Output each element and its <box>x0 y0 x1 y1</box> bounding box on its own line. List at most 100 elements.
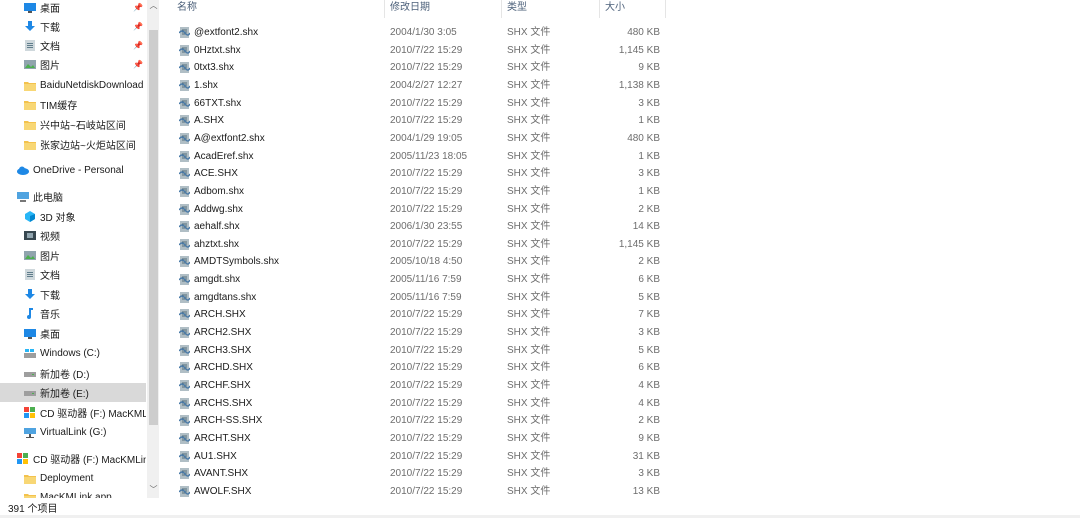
shx-file-icon <box>178 221 191 233</box>
column-header-name[interactable]: 名称 <box>177 0 197 18</box>
file-date: 2005/11/23 18:05 <box>390 150 468 162</box>
download-icon <box>24 289 36 300</box>
file-row[interactable]: A.SHX 2010/7/22 15:29 SHX 文件 1 KB <box>160 112 680 130</box>
column-divider[interactable] <box>384 0 385 18</box>
file-name: ARCHS.SHX <box>194 397 253 409</box>
file-row[interactable]: Adbom.shx 2010/7/22 15:29 SHX 文件 1 KB <box>160 183 680 201</box>
file-size: 4 KB <box>638 397 660 409</box>
sidebar-item[interactable]: TIM缓存 <box>0 95 146 114</box>
scrollbar-thumb[interactable] <box>149 30 158 425</box>
sidebar-item[interactable]: 图片 <box>0 246 146 265</box>
file-row[interactable]: ARCHS.SHX 2010/7/22 15:29 SHX 文件 4 KB <box>160 395 680 413</box>
file-row[interactable]: ARCH.SHX 2010/7/22 15:29 SHX 文件 7 KB <box>160 306 680 324</box>
file-size: 4 KB <box>638 380 660 391</box>
file-row[interactable]: ARCH-SS.SHX 2010/7/22 15:29 SHX 文件 2 KB <box>160 412 680 430</box>
file-name: ARCH-SS.SHX <box>194 415 263 427</box>
file-row[interactable]: aehalf.shx 2006/1/30 23:55 SHX 文件 14 KB <box>160 218 680 236</box>
sidebar-item[interactable]: 新加卷 (D:) <box>0 364 146 383</box>
shx-file-icon <box>178 203 191 215</box>
this-pc-icon <box>17 191 29 202</box>
column-divider[interactable] <box>501 0 502 18</box>
sidebar-item[interactable]: 此电脑 <box>0 187 146 206</box>
column-header-size[interactable]: 大小 <box>605 0 625 18</box>
shx-file-icon <box>178 291 191 303</box>
file-date: 2010/7/22 15:29 <box>390 432 463 444</box>
file-row[interactable]: ACE.SHX 2010/7/22 15:29 SHX 文件 3 KB <box>160 165 680 183</box>
sidebar-item[interactable]: 文档 📌 <box>0 36 146 55</box>
sidebar-item[interactable]: 下载 📌 <box>0 17 146 36</box>
sidebar-item[interactable]: 3D 对象 <box>0 207 146 226</box>
network-drive-icon <box>24 427 36 438</box>
column-header-type[interactable]: 类型 <box>507 0 527 18</box>
column-divider[interactable] <box>599 0 600 18</box>
file-row[interactable]: ARCHF.SHX 2010/7/22 15:29 SHX 文件 4 KB <box>160 377 680 395</box>
sidebar-item[interactable]: MacKMLink.app <box>0 488 146 498</box>
sidebar-item-label: 图片 <box>40 252 60 263</box>
file-row[interactable]: 66TXT.shx 2010/7/22 15:29 SHX 文件 3 KB <box>160 95 680 113</box>
sidebar-item[interactable]: 桌面 <box>0 324 146 343</box>
file-row[interactable]: ARCH2.SHX 2010/7/22 15:29 SHX 文件 3 KB <box>160 324 680 342</box>
sidebar-item[interactable]: 兴中站~石岐站区间 <box>0 115 146 134</box>
file-size: 3 KB <box>638 97 660 109</box>
scroll-down-arrow-icon[interactable]: ﹀ <box>149 484 158 496</box>
column-header-date[interactable]: 修改日期 <box>390 0 430 18</box>
sidebar-item[interactable]: 下载 <box>0 285 146 304</box>
sidebar-item[interactable]: 张家边站~火炬站区间 <box>0 135 146 154</box>
sidebar-item[interactable]: 桌面 📌 <box>0 0 146 17</box>
sidebar-item-label: 张家边站~火炬站区间 <box>40 141 136 152</box>
file-row[interactable]: ARCH3.SHX 2010/7/22 15:29 SHX 文件 5 KB <box>160 342 680 360</box>
sidebar-scrollbar[interactable]: ︿ ﹀ <box>147 0 159 498</box>
shx-file-icon <box>178 468 191 480</box>
sidebar-item[interactable]: CD 驱动器 (F:) MacKML <box>0 403 146 422</box>
sidebar-item-label: 音乐 <box>40 310 60 321</box>
file-row[interactable]: AcadEref.shx 2005/11/23 18:05 SHX 文件 1 KB <box>160 148 680 166</box>
file-type: SHX 文件 <box>507 309 551 321</box>
file-row[interactable]: AVANT.SHX 2010/7/22 15:29 SHX 文件 3 KB <box>160 465 680 483</box>
file-row[interactable]: ARCHT.SHX 2010/7/22 15:29 SHX 文件 9 KB <box>160 430 680 448</box>
shx-file-icon <box>178 450 191 462</box>
file-row[interactable]: 1.shx 2004/2/27 12:27 SHX 文件 1,138 KB <box>160 77 680 95</box>
sidebar-item[interactable]: OneDrive - Personal <box>0 161 146 180</box>
file-size: 9 KB <box>638 62 660 74</box>
sidebar-item-label: BaiduNetdiskDownload <box>40 80 144 91</box>
file-name: ACE.SHX <box>194 168 238 180</box>
sidebar-item-label: 此电脑 <box>33 193 63 204</box>
scroll-up-arrow-icon[interactable]: ︿ <box>149 0 158 12</box>
file-row[interactable]: AMDTSymbols.shx 2005/10/18 4:50 SHX 文件 2 KB <box>160 253 680 271</box>
folder-icon <box>24 99 36 110</box>
sidebar-item[interactable]: 图片 📌 <box>0 55 146 74</box>
file-row[interactable]: 0Hztxt.shx 2010/7/22 15:29 SHX 文件 1,145 KB <box>160 42 680 60</box>
file-row[interactable]: @extfont2.shx 2004/1/30 3:05 SHX 文件 480 KB <box>160 24 680 42</box>
column-divider[interactable] <box>665 0 666 18</box>
file-row[interactable]: ahztxt.shx 2010/7/22 15:29 SHX 文件 1,145 KB <box>160 236 680 254</box>
sidebar-item-label: CD 驱动器 (F:) MacKMLin <box>33 455 146 466</box>
sidebar-item[interactable]: Windows (C:) <box>0 344 146 363</box>
item-count-text: 391 个项目 <box>8 504 58 515</box>
file-date: 2010/7/22 15:29 <box>390 115 463 127</box>
file-type: SHX 文件 <box>507 432 551 444</box>
file-row[interactable]: 0txt3.shx 2010/7/22 15:29 SHX 文件 9 KB <box>160 59 680 77</box>
shx-file-icon <box>178 380 191 391</box>
file-row[interactable]: amgdt.shx 2005/11/16 7:59 SHX 文件 6 KB <box>160 271 680 289</box>
navigation-pane: 桌面 📌 下载 📌 文档 📌 图片 📌 BaiduNetdiskDownload TIM缓存 兴中站… <box>0 0 160 498</box>
file-name: AMDTSymbols.shx <box>194 256 280 268</box>
sidebar-item-label: 桌面 <box>40 4 60 15</box>
file-date: 2010/7/22 15:29 <box>390 97 463 109</box>
sidebar-item[interactable]: CD 驱动器 (F:) MacKMLin <box>0 449 146 468</box>
file-date: 2004/1/29 19:05 <box>390 132 463 144</box>
sidebar-item[interactable]: 文档 <box>0 265 146 284</box>
sidebar-item[interactable]: VirtualLink (G:) <box>0 423 146 442</box>
file-row[interactable]: A@extfont2.shx 2004/1/29 19:05 SHX 文件 480 K… <box>160 130 680 148</box>
sidebar-item[interactable]: BaiduNetdiskDownload <box>0 76 146 95</box>
file-row[interactable]: amgdtans.shx 2005/11/16 7:59 SHX 文件 5 KB <box>160 289 680 307</box>
sidebar-item[interactable]: 视频 <box>0 226 146 245</box>
file-name: @extfont2.shx <box>194 27 259 38</box>
file-name: amgdt.shx <box>194 274 241 286</box>
file-row[interactable]: AU1.SHX 2010/7/22 15:29 SHX 文件 31 KB <box>160 448 680 466</box>
sidebar-item[interactable]: 新加卷 (E:) <box>0 383 146 402</box>
file-row[interactable]: ARCHD.SHX 2010/7/22 15:29 SHX 文件 6 KB <box>160 359 680 377</box>
sidebar-item[interactable]: 音乐 <box>0 304 146 323</box>
file-row[interactable]: Addwg.shx 2010/7/22 15:29 SHX 文件 2 KB <box>160 201 680 219</box>
shx-file-icon <box>178 168 191 180</box>
sidebar-item[interactable]: Deployment <box>0 469 146 488</box>
